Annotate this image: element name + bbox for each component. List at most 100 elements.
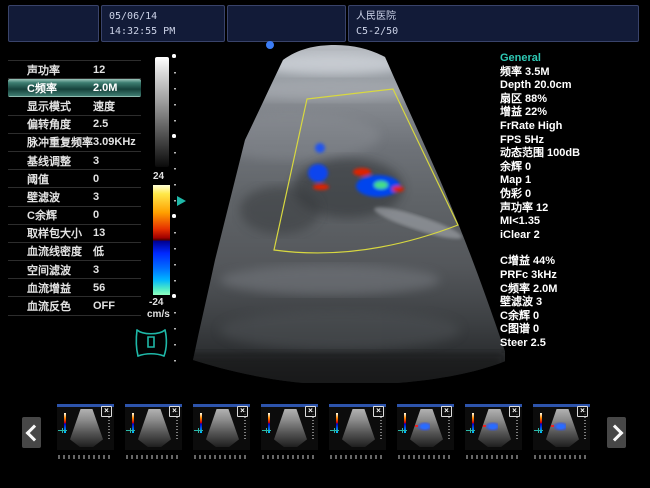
param-row-c-frequency[interactable]: C频率2.0M xyxy=(8,79,141,97)
chevron-right-icon xyxy=(606,424,623,441)
thumbnail-close-icon[interactable]: × xyxy=(509,406,520,417)
param-row-line-density[interactable]: 血流线密度低 xyxy=(8,243,141,261)
ultrasound-image[interactable] xyxy=(180,38,505,383)
thumbnail-close-icon[interactable]: × xyxy=(373,406,384,417)
thumbnail-2[interactable]: × xyxy=(125,404,182,450)
next-thumbnails-button[interactable] xyxy=(607,417,626,448)
depth-ruler-major-tick xyxy=(172,54,176,58)
ultrasound-screen: 05/06/14 14:32:55 PM 人民医院 C5-2/50 声功率12 … xyxy=(0,0,650,488)
thumbnail-caption xyxy=(194,455,249,459)
prev-thumbnails-button[interactable] xyxy=(22,417,41,448)
color-scale-max: 24 xyxy=(153,171,164,182)
thumbnail-marker xyxy=(398,430,407,431)
chevron-left-icon xyxy=(25,424,42,441)
thumbnail-doppler xyxy=(485,422,498,431)
thumbnail-marker xyxy=(534,430,543,431)
info-line: 声功率 12 xyxy=(500,202,648,216)
thumbnail-caption xyxy=(330,455,385,459)
thumbnail-5[interactable]: × xyxy=(329,404,386,450)
depth-ruler-major-tick xyxy=(172,134,176,138)
thumbnail-close-icon[interactable]: × xyxy=(237,406,248,417)
param-row-prf[interactable]: 脉冲重复频率3.09KHz xyxy=(8,134,141,152)
info-line: 壁滤波 3 xyxy=(500,296,648,310)
header-time: 14:32:55 PM xyxy=(109,24,217,39)
parameter-panel: 声功率12 C频率2.0M 显示模式速度 偏转角度2.5 脉冲重复频率3.09K… xyxy=(8,60,141,316)
thumbnail-doppler xyxy=(417,422,430,431)
thumbnail-image xyxy=(138,409,171,447)
body-marker-icon xyxy=(132,326,170,362)
thumbnail-image xyxy=(342,409,375,447)
info-line: C增益 44% xyxy=(500,255,648,269)
thumbnail-image xyxy=(70,409,103,447)
depth-ruler-major-tick xyxy=(172,214,176,218)
info-line: Steer 2.5 xyxy=(500,337,648,351)
thumbnail-close-icon[interactable]: × xyxy=(169,406,180,417)
info-line: C频率 2.0M xyxy=(500,283,648,297)
probe-orientation-dot xyxy=(266,41,274,49)
param-row-packet-size[interactable]: 取样包大小13 xyxy=(8,225,141,243)
header-box-empty-left xyxy=(8,5,99,42)
color-scale-bar xyxy=(153,185,170,295)
thumbnail-marker xyxy=(466,430,475,431)
param-row-wall-filter[interactable]: 壁滤波3 xyxy=(8,188,141,206)
param-row-spatial-filter[interactable]: 空间滤波3 xyxy=(8,261,141,279)
thumbnail-marker xyxy=(58,430,67,431)
param-row-c-persistence[interactable]: C余辉0 xyxy=(8,207,141,225)
thumbnail-marker xyxy=(262,430,271,431)
thumbnail-marker xyxy=(330,430,339,431)
thumbnail-doppler xyxy=(553,422,566,431)
info-line: 动态范围 100dB xyxy=(500,147,648,161)
info-line: FrRate High xyxy=(500,120,648,134)
info-line: Depth 20.0cm xyxy=(500,79,648,93)
thumbnail-8[interactable]: × xyxy=(533,404,590,450)
color-mode-info: C增益 44% PRFc 3kHz C频率 2.0M 壁滤波 3 C余辉 0 C… xyxy=(500,255,648,350)
header-box-empty-middle xyxy=(227,5,346,42)
thumbnail-6[interactable]: × xyxy=(397,404,454,450)
param-row-display-mode[interactable]: 显示模式速度 xyxy=(8,97,141,115)
thumbnail-close-icon[interactable]: × xyxy=(101,406,112,417)
param-row-threshold[interactable]: 阈值0 xyxy=(8,170,141,188)
param-row-color-invert[interactable]: 血流反色OFF xyxy=(8,297,141,315)
thumbnail-1[interactable]: × xyxy=(57,404,114,450)
param-row-steer-angle[interactable]: 偏转角度2.5 xyxy=(8,116,141,134)
thumbnail-7[interactable]: × xyxy=(465,404,522,450)
param-row-acoustic-power[interactable]: 声功率12 xyxy=(8,61,141,79)
thumbnail-image xyxy=(206,409,239,447)
thumbnail-image xyxy=(274,409,307,447)
info-line: C余辉 0 xyxy=(500,310,648,324)
thumbnail-caption xyxy=(126,455,181,459)
info-line: C图谱 0 xyxy=(500,323,648,337)
param-row-baseline[interactable]: 基线调整3 xyxy=(8,152,141,170)
thumbnail-caption xyxy=(466,455,521,459)
info-line: 扇区 88% xyxy=(500,93,648,107)
info-line: 余辉 0 xyxy=(500,161,648,175)
header-date: 05/06/14 xyxy=(109,9,217,24)
info-line: 增益 22% xyxy=(500,106,648,120)
info-line: MI<1.35 xyxy=(500,215,648,229)
info-line: 伪彩 0 xyxy=(500,188,648,202)
thumbnail-3[interactable]: × xyxy=(193,404,250,450)
image-info-panel: General 频率 3.5M Depth 20.0cm 扇区 88% 增益 2… xyxy=(500,52,648,350)
thumbnail-marker xyxy=(126,430,135,431)
thumbnail-close-icon[interactable]: × xyxy=(441,406,452,417)
grayscale-bar xyxy=(155,57,169,167)
info-line: PRFc 3kHz xyxy=(500,269,648,283)
info-line: iClear 2 xyxy=(500,229,648,243)
thumbnail-close-icon[interactable]: × xyxy=(305,406,316,417)
param-row-color-gain[interactable]: 血流增益56 xyxy=(8,279,141,297)
thumbnail-caption xyxy=(398,455,453,459)
info-line: Map 1 xyxy=(500,174,648,188)
thumbnail-marker xyxy=(194,430,203,431)
thumbnail-close-icon[interactable]: × xyxy=(577,406,588,417)
thumbnail-caption xyxy=(262,455,317,459)
header-hospital-box: 人民医院 C5-2/50 xyxy=(348,5,639,42)
thumbnail-caption xyxy=(534,455,589,459)
color-scale-unit: cm/s xyxy=(147,309,170,320)
color-scale-min: -24 xyxy=(149,297,163,308)
header-hospital: 人民医院 xyxy=(356,9,631,24)
header-datetime-box: 05/06/14 14:32:55 PM xyxy=(101,5,225,42)
thumbnail-4[interactable]: × xyxy=(261,404,318,450)
depth-ruler-major-tick xyxy=(172,294,176,298)
info-line: FPS 5Hz xyxy=(500,134,648,148)
info-line: 频率 3.5M xyxy=(500,66,648,80)
